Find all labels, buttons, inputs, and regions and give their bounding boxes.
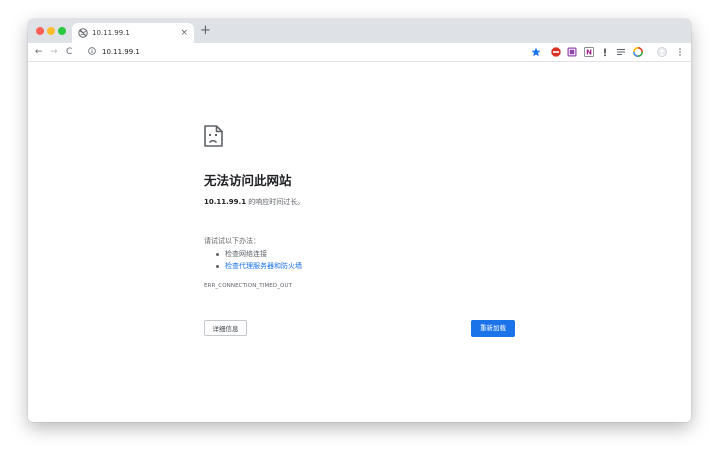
new-tab-button[interactable]: + — [200, 23, 211, 39]
profile-avatar[interactable] — [657, 47, 667, 57]
error-code: ERR_CONNECTION_TIMED_OUT — [204, 283, 293, 289]
forward-button[interactable]: → — [50, 45, 58, 59]
tab-close-button[interactable]: × — [180, 27, 188, 39]
tab-title: 10.11.99.1 — [92, 29, 130, 37]
window-minimize-button[interactable] — [47, 27, 55, 35]
window-close-button[interactable] — [36, 27, 44, 35]
error-detail-text: 的响应时间过长。 — [246, 198, 305, 206]
sad-page-icon — [204, 125, 223, 147]
suggestions-list: 检查网络连接 检查代理服务器和防火墙 — [215, 248, 302, 272]
globe-icon — [78, 28, 88, 38]
info-icon[interactable] — [88, 47, 96, 55]
suggestion-check-network: 检查网络连接 — [215, 248, 302, 260]
suggestion-check-proxy-link[interactable]: 检查代理服务器和防火墙 — [215, 260, 302, 272]
error-heading: 无法访问此网站 — [204, 173, 292, 188]
tab-active[interactable]: 10.11.99.1 × — [72, 23, 194, 43]
details-button[interactable]: 详细信息 — [204, 320, 247, 336]
suggestions-title: 请试试以下办法： — [204, 237, 260, 245]
reload-button[interactable]: C — [66, 45, 72, 59]
window-maximize-button[interactable] — [58, 27, 66, 35]
notion-extension-icon[interactable]: N — [584, 47, 594, 57]
star-icon[interactable] — [531, 47, 541, 57]
reader-extension-icon[interactable] — [616, 47, 626, 57]
address-bar-url[interactable]: 10.11.99.1 — [102, 47, 140, 57]
kebab-menu-icon[interactable] — [675, 47, 685, 57]
error-host: 10.11.99.1 — [204, 198, 247, 206]
toolbar: ← → C 10.11.99.1 N — [28, 43, 691, 62]
svg-text:N: N — [586, 49, 592, 57]
abp-extension-icon[interactable] — [551, 47, 561, 57]
back-button[interactable]: ← — [35, 45, 43, 59]
browser-window: 10.11.99.1 × + ← → C 10.11.99.1 N 无法访问此网… — [28, 19, 691, 422]
error-detail: 10.11.99.1 的响应时间过长。 — [204, 197, 304, 207]
bolt-extension-icon[interactable] — [600, 47, 610, 57]
color-extension-icon[interactable] — [633, 47, 643, 57]
error-page: 无法访问此网站 10.11.99.1 的响应时间过长。 请试试以下办法： 检查网… — [28, 62, 691, 422]
tab-strip: 10.11.99.1 × + — [28, 19, 691, 43]
reload-page-button[interactable]: 重新加载 — [471, 320, 515, 337]
purple-extension-icon[interactable] — [567, 47, 577, 57]
